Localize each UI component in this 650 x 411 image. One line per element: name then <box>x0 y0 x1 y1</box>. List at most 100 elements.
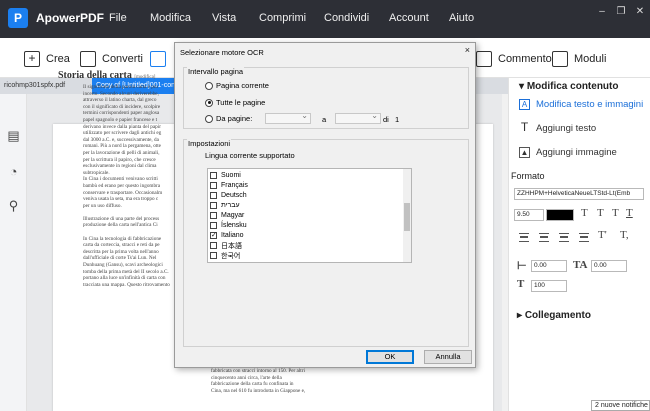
title-menu-bar: P ApowerPDF File Modifica Vista Comprimi… <box>0 0 650 38</box>
language-item[interactable]: 한국어 <box>210 251 240 260</box>
total-pages: 1 <box>395 115 400 124</box>
document-text-line: Cina, ma nel 610 fu introdotta in Giappo… <box>211 387 306 394</box>
document-heading: Storia della carta [modifica] <box>58 70 156 81</box>
language-item[interactable]: עברית <box>210 201 240 210</box>
document-text-line: incerto. Secondo alcuni deriverebbe, <box>83 90 159 97</box>
document-text-line: fabbricazione della carta fu confinata i… <box>211 381 294 388</box>
font-size-select[interactable]: 9.50 <box>514 209 544 221</box>
radio-circle-all <box>205 98 213 107</box>
apowerpdf-window: P ApowerPDF File Modifica Vista Comprimi… <box>0 0 650 411</box>
collegamento-heading[interactable]: ▸ Collegamento <box>517 310 591 321</box>
close-window-icon[interactable]: ✕ <box>632 6 648 18</box>
to-page-select[interactable] <box>335 111 381 124</box>
checkbox-icon[interactable] <box>210 222 217 229</box>
aggiungi-immagine-label: Aggiungi immagine <box>536 147 617 158</box>
align-center-icon[interactable] <box>539 233 549 242</box>
language-scroll-thumb[interactable] <box>404 203 410 231</box>
superscript-icon[interactable]: T' <box>598 229 607 241</box>
menu-modifica[interactable]: Modifica <box>150 12 191 24</box>
radio-da-pagine[interactable]: Da pagine: <box>205 114 252 123</box>
language-item[interactable]: Deutsch <box>210 191 247 200</box>
align-justify-icon[interactable] <box>579 233 589 242</box>
settings-label: Impostazioni <box>187 139 232 148</box>
document-text-line: attraverso il latino charta, dal greco <box>83 97 157 104</box>
document-text-line: papel spagnolo e papier francese e t <box>83 116 158 123</box>
notification-badge[interactable]: 2 nuove notifiche <box>591 400 650 411</box>
document-text-line: per un uso diffuso. <box>83 202 122 209</box>
radio-tutte-pagine[interactable]: Tutte le pagine <box>205 98 265 107</box>
checkbox-icon[interactable] <box>210 182 217 189</box>
modifica-testo-immagini-option[interactable]: A Modifica testo e immagini <box>519 99 643 110</box>
modifica-contenuto-heading[interactable]: ▾ Modifica contenuto <box>519 81 618 92</box>
language-item[interactable]: Suomi <box>210 171 241 180</box>
checkbox-checked-icon[interactable]: ✓ <box>210 232 217 239</box>
aggiungi-testo-label: Aggiungi testo <box>536 123 597 134</box>
add-text-icon: T <box>520 120 529 134</box>
line-spacing-input[interactable]: 0.00 <box>591 260 627 272</box>
minimize-icon[interactable]: – <box>594 6 610 18</box>
language-label: 日本語 <box>221 242 242 250</box>
char-spacing-input[interactable]: 0.00 <box>531 260 567 272</box>
language-label: Suomi <box>221 172 241 179</box>
tutte-pagine-label: Tutte le pagine <box>216 98 266 107</box>
document-text-line: bambù ed erano per questo ingombra <box>83 182 161 189</box>
document-text-column-1: Il significato della parola carta è piu i… <box>83 84 183 288</box>
aggiungi-testo-option[interactable]: T Aggiungi testo <box>519 120 597 134</box>
modifica-tool-button[interactable] <box>150 50 166 68</box>
annulla-button[interactable]: Annulla <box>424 350 472 364</box>
dialog-close-icon[interactable]: × <box>465 45 470 55</box>
language-item[interactable]: Français <box>210 181 248 190</box>
menu-account[interactable]: Account <box>389 12 429 24</box>
crea-button[interactable]: + Crea <box>24 50 70 68</box>
scale-input[interactable]: 100 <box>531 280 567 292</box>
subscript-icon[interactable]: T, <box>620 229 629 241</box>
converti-button[interactable]: Converti <box>80 50 143 68</box>
form-icon <box>552 51 568 67</box>
language-item[interactable]: Magyar <box>210 211 244 220</box>
language-item[interactable]: Íslensku <box>210 221 247 230</box>
language-list[interactable]: Suomi Français Deutsch עברית Magyar Íslensku ✓… <box>207 168 412 263</box>
search-icon[interactable]: ⚲ <box>6 198 21 213</box>
checkbox-icon[interactable] <box>210 242 217 249</box>
maximize-icon[interactable]: ❐ <box>613 6 629 18</box>
document-text-line: Illustrazione di una parte del process <box>83 215 160 222</box>
thumbnails-icon[interactable]: ▤ <box>6 128 21 143</box>
attachment-icon[interactable]: ◔ <box>6 164 21 179</box>
document-text-line: derivano invece dalla pianta del papir <box>83 123 161 130</box>
checkbox-icon[interactable] <box>210 202 217 209</box>
menu-condividi[interactable]: Condividi <box>324 12 369 24</box>
language-label: Français <box>221 182 248 189</box>
align-left-icon[interactable] <box>519 233 529 242</box>
moduli-button[interactable]: Moduli <box>552 50 606 68</box>
align-right-icon[interactable] <box>559 233 569 242</box>
page-range-label: Intervallo pagina <box>187 67 245 76</box>
font-family-select[interactable]: ZZHHPM+HelveticaNeueLTStd-Lt(Emb <box>514 188 644 200</box>
text-color-picker[interactable] <box>546 209 574 221</box>
from-page-select[interactable] <box>265 111 311 124</box>
italic-icon[interactable]: T <box>597 207 604 219</box>
commento-button[interactable]: Commento <box>476 50 552 68</box>
checkbox-icon[interactable] <box>210 172 217 179</box>
ok-button[interactable]: OK <box>366 350 414 364</box>
aggiungi-immagine-option[interactable]: ▲ Aggiungi immagine <box>519 147 617 158</box>
radio-circle-range <box>205 114 213 123</box>
strike-icon[interactable]: T <box>626 207 633 219</box>
checkbox-icon[interactable] <box>210 212 217 219</box>
checkbox-icon[interactable] <box>210 192 217 199</box>
menu-file[interactable]: File <box>109 12 127 24</box>
menu-vista[interactable]: Vista <box>212 12 236 24</box>
menu-comprimi[interactable]: Comprimi <box>259 12 306 24</box>
radio-pagina-corrente[interactable]: Pagina corrente <box>205 81 269 90</box>
language-item[interactable]: 日本語 <box>210 241 242 250</box>
document-text-column-2: fabbricata con stracci intorno al 150. P… <box>211 368 361 394</box>
menu-aiuto[interactable]: Aiuto <box>449 12 474 24</box>
language-item[interactable]: ✓ Italiano <box>210 231 244 240</box>
underline-icon[interactable]: T <box>612 207 619 219</box>
language-scrollbar[interactable] <box>403 169 411 262</box>
app-logo-icon: P <box>8 8 28 28</box>
document-text-line: conservare e trasportare. Occasionalm <box>83 189 163 196</box>
radio-circle-current <box>205 81 213 90</box>
document-text-line <box>83 229 183 236</box>
checkbox-icon[interactable] <box>210 252 217 259</box>
bold-icon[interactable]: T <box>581 207 588 219</box>
